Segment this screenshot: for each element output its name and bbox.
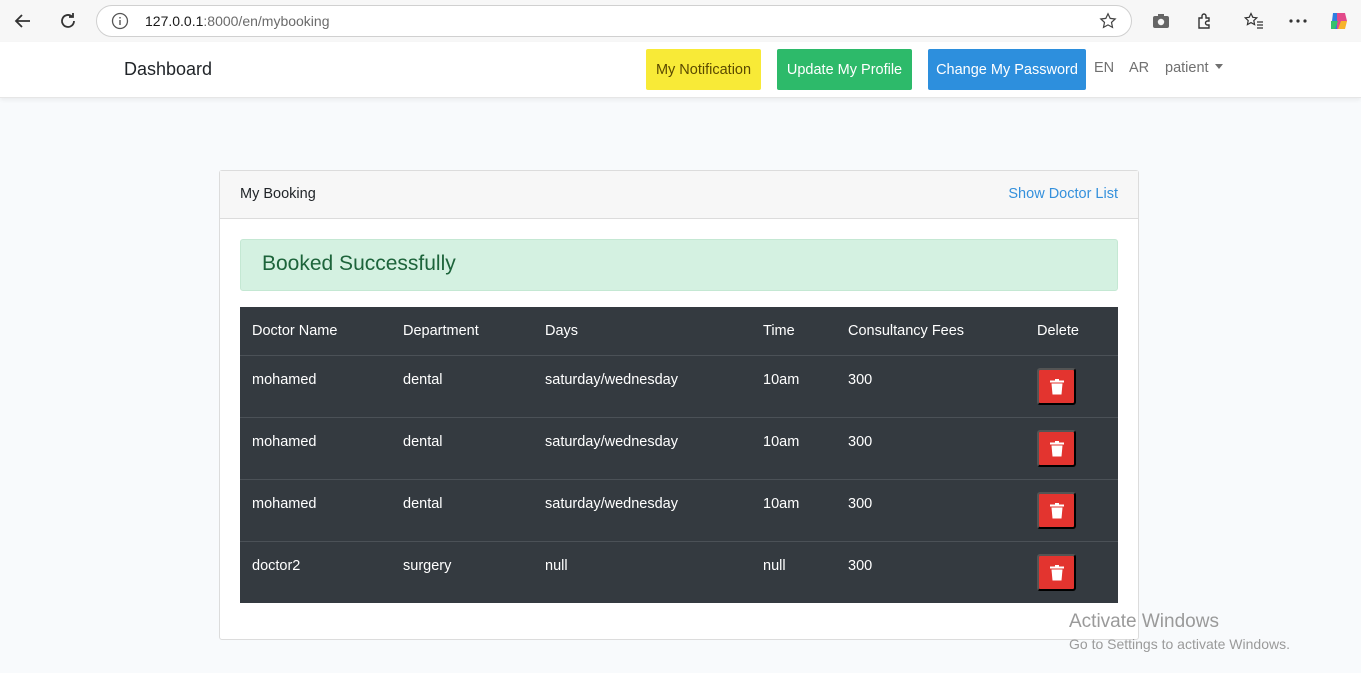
app-navbar: Dashboard My Notification Update My Prof… (0, 42, 1361, 98)
cell-doctor-name: doctor2 (252, 558, 301, 574)
cell-days: saturday/wednesday (545, 434, 678, 450)
header-department: Department (403, 323, 479, 339)
success-alert: Booked Successfully (240, 239, 1118, 291)
my-notification-button[interactable]: My Notification (646, 49, 761, 90)
header-days: Days (545, 323, 579, 339)
favorite-star-icon[interactable] (1099, 12, 1117, 35)
table-row: mohamed dental saturday/wednesday 10am 3… (240, 417, 1118, 479)
caret-down-icon (1214, 64, 1223, 69)
cell-days: null (545, 558, 568, 574)
cell-fees: 300 (848, 434, 873, 450)
more-options-icon[interactable] (1287, 10, 1309, 32)
cell-days: saturday/wednesday (545, 496, 678, 512)
delete-button[interactable] (1037, 368, 1076, 405)
card-title: My Booking (240, 186, 316, 202)
table-row: mohamed dental saturday/wednesday 10am 3… (240, 355, 1118, 417)
header-delete: Delete (1037, 323, 1079, 339)
brand-title[interactable]: Dashboard (124, 59, 212, 80)
header-consultancy-fees: Consultancy Fees (848, 323, 965, 339)
address-bar[interactable]: 127.0.0.1:8000/en/mybooking (96, 5, 1132, 37)
cell-department: dental (403, 496, 443, 512)
cell-department: surgery (403, 558, 452, 574)
url-text: 127.0.0.1:8000/en/mybooking (145, 13, 330, 29)
lang-en-link[interactable]: EN (1094, 60, 1114, 76)
header-doctor-name: Doctor Name (252, 323, 338, 339)
cell-doctor-name: mohamed (252, 496, 317, 512)
cell-fees: 300 (848, 372, 873, 388)
trash-icon (1049, 502, 1064, 518)
site-info-icon[interactable] (111, 12, 129, 30)
screenshot-icon[interactable] (1150, 10, 1172, 32)
table-row: mohamed dental saturday/wednesday 10am 3… (240, 479, 1118, 541)
user-dropdown[interactable]: patient (1165, 60, 1223, 76)
activate-windows-subtitle: Go to Settings to activate Windows. (1069, 636, 1290, 652)
favorites-icon[interactable] (1243, 10, 1265, 32)
trash-icon (1049, 440, 1064, 456)
table-header-row: Doctor Name Department Days Time Consult… (240, 307, 1118, 355)
trash-icon (1049, 564, 1064, 580)
cell-doctor-name: mohamed (252, 372, 317, 388)
table-row: doctor2 surgery null null 300 (240, 541, 1118, 603)
success-alert-text: Booked Successfully (262, 252, 456, 275)
user-name: patient (1165, 60, 1209, 76)
header-time: Time (763, 323, 795, 339)
cell-time: null (763, 558, 786, 574)
reload-icon[interactable] (55, 8, 81, 34)
cell-time: 10am (763, 496, 800, 512)
card-header: My Booking Show Doctor List (220, 171, 1138, 219)
extensions-icon[interactable] (1194, 10, 1216, 32)
cell-days: saturday/wednesday (545, 372, 678, 388)
browser-toolbar: 127.0.0.1:8000/en/mybooking (0, 0, 1361, 42)
activate-windows-title: Activate Windows (1069, 611, 1219, 632)
show-doctor-list-link[interactable]: Show Doctor List (1008, 186, 1118, 202)
trash-icon (1049, 378, 1064, 394)
delete-button[interactable] (1037, 554, 1076, 591)
booking-card: My Booking Show Doctor List Booked Succe… (219, 170, 1139, 640)
booking-table: Doctor Name Department Days Time Consult… (240, 307, 1118, 603)
cell-time: 10am (763, 434, 800, 450)
cell-doctor-name: mohamed (252, 434, 317, 450)
delete-button[interactable] (1037, 492, 1076, 529)
cell-fees: 300 (848, 558, 873, 574)
delete-button[interactable] (1037, 430, 1076, 467)
back-arrow-icon[interactable] (10, 8, 36, 34)
cell-department: dental (403, 434, 443, 450)
change-password-button[interactable]: Change My Password (928, 49, 1086, 90)
update-profile-button[interactable]: Update My Profile (777, 49, 912, 90)
cell-time: 10am (763, 372, 800, 388)
copilot-icon[interactable] (1328, 10, 1350, 32)
cell-department: dental (403, 372, 443, 388)
cell-fees: 300 (848, 496, 873, 512)
lang-ar-link[interactable]: AR (1129, 60, 1149, 76)
